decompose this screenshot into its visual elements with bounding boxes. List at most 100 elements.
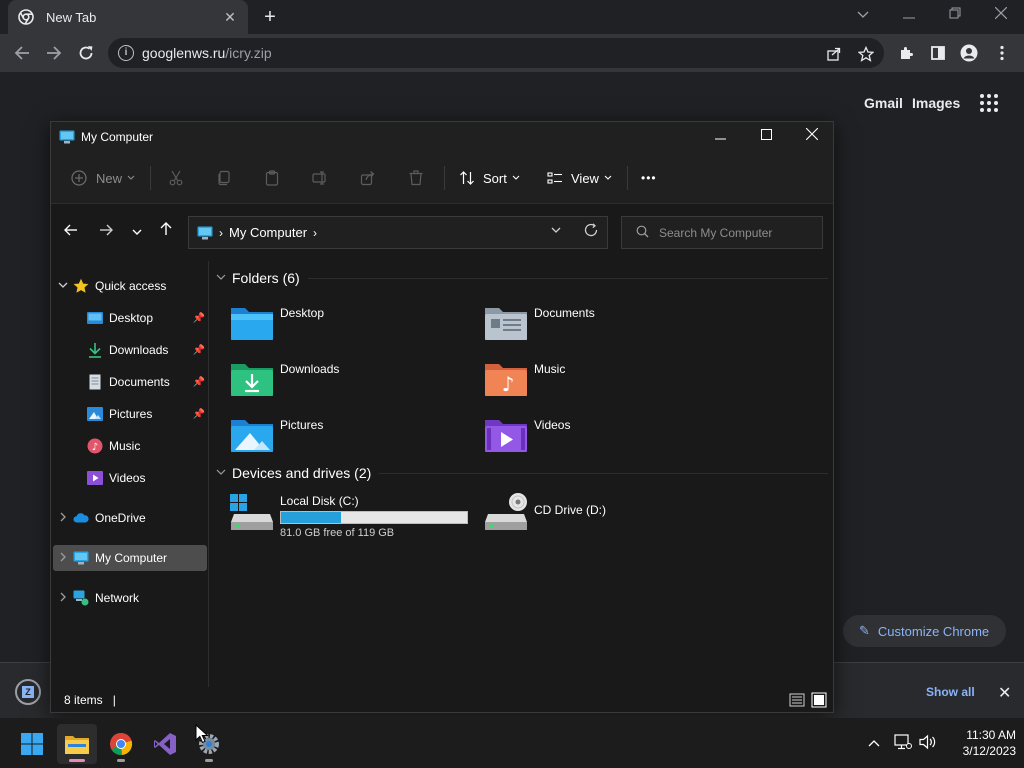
sidebar-item-pictures[interactable]: Pictures 📌 <box>53 401 207 427</box>
sidebar-item-onedrive[interactable]: OneDrive <box>53 505 207 531</box>
explorer-search-input[interactable]: Search My Computer <box>621 216 823 249</box>
folder-desktop[interactable]: Desktop <box>230 302 480 346</box>
taskbar-visual-studio[interactable] <box>145 724 185 764</box>
paste-button[interactable] <box>264 166 280 190</box>
folder-label: Documents <box>534 306 595 320</box>
address-dropdown-icon[interactable] <box>551 225 561 237</box>
details-view-icon[interactable] <box>789 692 805 708</box>
share-button[interactable] <box>360 166 376 190</box>
sidebar-item-my-computer[interactable]: My Computer <box>53 545 207 571</box>
recent-locations-chevron-icon[interactable] <box>127 222 147 242</box>
see-more-button[interactable]: ••• <box>641 166 657 190</box>
breadcrumb-my-computer[interactable]: My Computer <box>229 225 307 240</box>
explorer-forward-icon[interactable] <box>96 222 116 242</box>
folder-music[interactable]: ♪ Music <box>484 358 734 402</box>
sidebar-item-videos[interactable]: Videos <box>53 465 207 491</box>
breadcrumb-chevron-icon: › <box>219 225 223 240</box>
show-all-downloads-link[interactable]: Show all <box>926 685 975 699</box>
up-arrow-icon[interactable] <box>156 222 176 242</box>
folder-pictures[interactable]: Pictures <box>230 414 480 458</box>
expand-chevron-icon[interactable] <box>53 592 73 605</box>
sidebar-item-music[interactable]: ♪ Music <box>53 433 207 459</box>
new-button[interactable]: New <box>71 166 135 190</box>
folder-documents[interactable]: Documents <box>484 302 734 346</box>
explorer-minimize-icon[interactable] <box>697 122 743 152</box>
cut-button[interactable] <box>168 166 184 190</box>
browser-close-icon[interactable] <box>978 0 1024 30</box>
google-apps-icon[interactable] <box>980 94 1000 112</box>
profile-avatar-icon[interactable] <box>956 40 982 66</box>
site-info-icon[interactable]: i <box>118 45 134 61</box>
taskbar-chrome[interactable] <box>101 724 141 764</box>
pin-icon[interactable]: 📌 <box>193 377 205 388</box>
tiles-view-icon[interactable] <box>811 692 827 708</box>
drives-group-header[interactable]: Devices and drives (2) <box>216 465 828 481</box>
sidebar-item-desktop[interactable]: Desktop 📌 <box>53 305 207 331</box>
collapse-chevron-icon[interactable] <box>53 281 73 292</box>
folder-videos[interactable]: Videos <box>484 414 734 458</box>
download-item-icon[interactable]: Z <box>15 679 41 705</box>
drive-cd-d[interactable]: CD Drive (D:) <box>484 492 734 536</box>
folders-group-label: Folders (6) <box>232 270 300 286</box>
extensions-puzzle-icon[interactable] <box>893 40 919 66</box>
tab-new-tab[interactable]: New Tab ✕ <box>8 0 248 34</box>
folders-group-header[interactable]: Folders (6) <box>216 270 828 286</box>
new-tab-button[interactable]: + <box>258 5 282 29</box>
explorer-back-icon[interactable] <box>61 222 81 242</box>
share-icon[interactable] <box>824 44 844 64</box>
explorer-titlebar[interactable]: My Computer <box>51 122 833 152</box>
group-collapse-chevron-icon[interactable] <box>216 468 226 479</box>
desktop-folder-icon <box>231 308 273 340</box>
tab-close-icon[interactable]: ✕ <box>222 9 238 26</box>
gmail-link[interactable]: Gmail <box>864 95 903 111</box>
customize-chrome-button[interactable]: ✎ Customize Chrome <box>843 615 1006 647</box>
sidebar-item-quick-access[interactable]: Quick access <box>53 273 207 299</box>
address-bar[interactable]: i googlenws.ru /icry.zip <box>108 38 884 68</box>
network-status-icon[interactable] <box>894 734 912 753</box>
download-bar-close-icon[interactable]: ✕ <box>998 683 1011 703</box>
bookmark-star-icon[interactable] <box>856 44 876 64</box>
documents-folder-icon <box>485 308 527 340</box>
drive-local-disk-c[interactable]: Local Disk (C:) 81.0 GB free of 119 GB <box>230 492 490 542</box>
back-arrow-icon[interactable] <box>9 40 35 66</box>
forward-arrow-icon[interactable] <box>41 40 67 66</box>
start-button[interactable] <box>12 724 52 764</box>
explorer-maximize-icon[interactable] <box>743 122 789 152</box>
sidebar-item-downloads[interactable]: Downloads 📌 <box>53 337 207 363</box>
view-button[interactable]: View <box>547 166 612 190</box>
view-list-icon <box>547 172 562 184</box>
side-panel-icon[interactable] <box>925 40 951 66</box>
sidebar-item-label: Music <box>109 439 141 453</box>
chrome-menu-icon[interactable] <box>989 40 1015 66</box>
show-hidden-icons-chevron-icon[interactable] <box>868 734 880 750</box>
rename-button[interactable] <box>312 166 328 190</box>
expand-chevron-icon[interactable] <box>53 552 73 565</box>
delete-button[interactable] <box>408 166 424 190</box>
folder-downloads[interactable]: Downloads <box>230 358 480 402</box>
folder-label: Pictures <box>280 418 324 432</box>
sort-button[interactable]: Sort <box>459 166 520 190</box>
browser-restore-icon[interactable] <box>932 0 978 30</box>
taskbar-clock[interactable]: 11:30 AM 3/12/2023 <box>944 727 1016 759</box>
copy-button[interactable] <box>216 166 232 190</box>
file-explorer-icon <box>65 736 89 754</box>
taskbar-file-explorer[interactable] <box>57 724 97 764</box>
explorer-navigation-bar: › My Computer › Search My Computer <box>51 205 833 261</box>
drive-free-space: 81.0 GB free of 119 GB <box>280 527 395 539</box>
volume-icon[interactable] <box>919 734 937 753</box>
sidebar-item-documents[interactable]: Documents 📌 <box>53 369 207 395</box>
images-link[interactable]: Images <box>912 95 960 111</box>
explorer-close-icon[interactable] <box>789 122 835 152</box>
reload-icon[interactable] <box>73 40 99 66</box>
tab-search-chevron-icon[interactable] <box>840 0 886 30</box>
expand-chevron-icon[interactable] <box>53 512 73 525</box>
pin-icon[interactable]: 📌 <box>193 345 205 356</box>
sidebar-item-network[interactable]: Network <box>53 585 207 611</box>
browser-minimize-icon[interactable] <box>886 0 932 30</box>
group-collapse-chevron-icon[interactable] <box>216 273 226 284</box>
pin-icon[interactable]: 📌 <box>193 313 205 324</box>
pin-icon[interactable]: 📌 <box>193 409 205 420</box>
explorer-address-bar[interactable]: › My Computer › <box>188 216 608 249</box>
item-count: 8 items <box>64 693 103 707</box>
explorer-refresh-icon[interactable] <box>584 223 598 242</box>
